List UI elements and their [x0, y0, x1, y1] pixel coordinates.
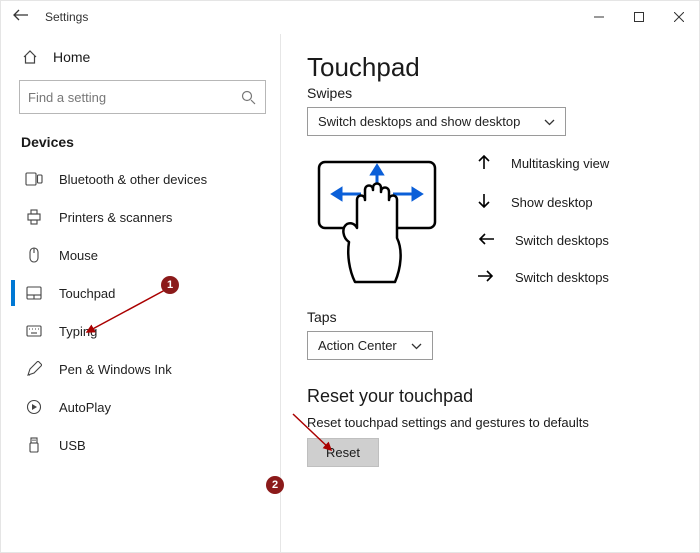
content-pane: Touchpad Swipes Switch desktops and show…: [281, 34, 699, 553]
close-button[interactable]: [659, 2, 699, 32]
gesture-row-up: Multitasking view: [477, 154, 609, 173]
sidebar-item-touchpad[interactable]: Touchpad: [11, 274, 280, 312]
gesture-list: Multitasking view Show desktop Switch de…: [477, 154, 609, 286]
nav-label: Typing: [59, 324, 97, 339]
search-placeholder: Find a setting: [28, 90, 106, 105]
devices-icon: [25, 170, 43, 188]
gesture-label: Show desktop: [511, 195, 593, 210]
sidebar: Home Find a setting Devices Bluetooth & …: [1, 34, 281, 553]
sidebar-home[interactable]: Home: [11, 40, 280, 74]
usb-icon: [25, 436, 43, 454]
taps-dropdown[interactable]: Action Center: [307, 331, 433, 360]
nav-label: Bluetooth & other devices: [59, 172, 207, 187]
autoplay-icon: [25, 398, 43, 416]
printer-icon: [25, 208, 43, 226]
minimize-button[interactable]: [579, 2, 619, 32]
swipes-label: Swipes: [307, 85, 675, 101]
dropdown-value: Action Center: [318, 338, 397, 353]
gesture-label: Switch desktops: [515, 233, 609, 248]
sidebar-item-usb[interactable]: USB: [11, 426, 280, 464]
nav-label: USB: [59, 438, 86, 453]
window-title: Settings: [45, 10, 88, 24]
dropdown-value: Switch desktops and show desktop: [318, 114, 520, 129]
nav-label: Printers & scanners: [59, 210, 172, 225]
touchpad-icon: [25, 284, 43, 302]
search-input[interactable]: Find a setting: [19, 80, 266, 114]
sidebar-item-printers[interactable]: Printers & scanners: [11, 198, 280, 236]
sidebar-item-typing[interactable]: Typing: [11, 312, 280, 350]
arrow-down-icon: [477, 193, 491, 212]
sidebar-item-mouse[interactable]: Mouse: [11, 236, 280, 274]
maximize-button[interactable]: [619, 2, 659, 32]
arrow-left-icon: [477, 232, 495, 249]
swipes-dropdown[interactable]: Switch desktops and show desktop: [307, 107, 566, 136]
reset-section-desc: Reset touchpad settings and gestures to …: [307, 415, 675, 430]
nav-label: Mouse: [59, 248, 98, 263]
taps-label: Taps: [307, 309, 675, 325]
mouse-icon: [25, 246, 43, 264]
annotation-marker-2: 2: [266, 476, 284, 494]
gesture-row-left: Switch desktops: [477, 232, 609, 249]
chevron-down-icon: [544, 114, 555, 129]
gesture-row-down: Show desktop: [477, 193, 609, 212]
reset-button[interactable]: Reset: [307, 438, 379, 467]
gesture-row-right: Switch desktops: [477, 269, 609, 286]
nav-label: Pen & Windows Ink: [59, 362, 172, 377]
gesture-label: Switch desktops: [515, 270, 609, 285]
sidebar-item-bluetooth[interactable]: Bluetooth & other devices: [11, 160, 280, 198]
keyboard-icon: [25, 322, 43, 340]
nav-label: AutoPlay: [59, 400, 111, 415]
arrow-up-icon: [477, 154, 491, 173]
settings-window: Settings Home Find a setting: [0, 0, 700, 553]
annotation-marker-1: 1: [161, 276, 179, 294]
home-icon: [21, 48, 39, 66]
sidebar-item-autoplay[interactable]: AutoPlay: [11, 388, 280, 426]
sidebar-section-label: Devices: [11, 128, 280, 160]
arrow-right-icon: [477, 269, 495, 286]
reset-section-title: Reset your touchpad: [307, 386, 675, 407]
back-button[interactable]: [11, 8, 31, 26]
sidebar-item-pen[interactable]: Pen & Windows Ink: [11, 350, 280, 388]
nav-label: Touchpad: [59, 286, 115, 301]
home-label: Home: [53, 49, 90, 65]
search-icon: [239, 88, 257, 106]
page-title: Touchpad: [307, 52, 675, 83]
gesture-label: Multitasking view: [511, 156, 609, 171]
chevron-down-icon: [411, 338, 422, 353]
touchpad-gesture-illustration: [307, 150, 447, 295]
titlebar: Settings: [1, 1, 699, 34]
pen-icon: [25, 360, 43, 378]
